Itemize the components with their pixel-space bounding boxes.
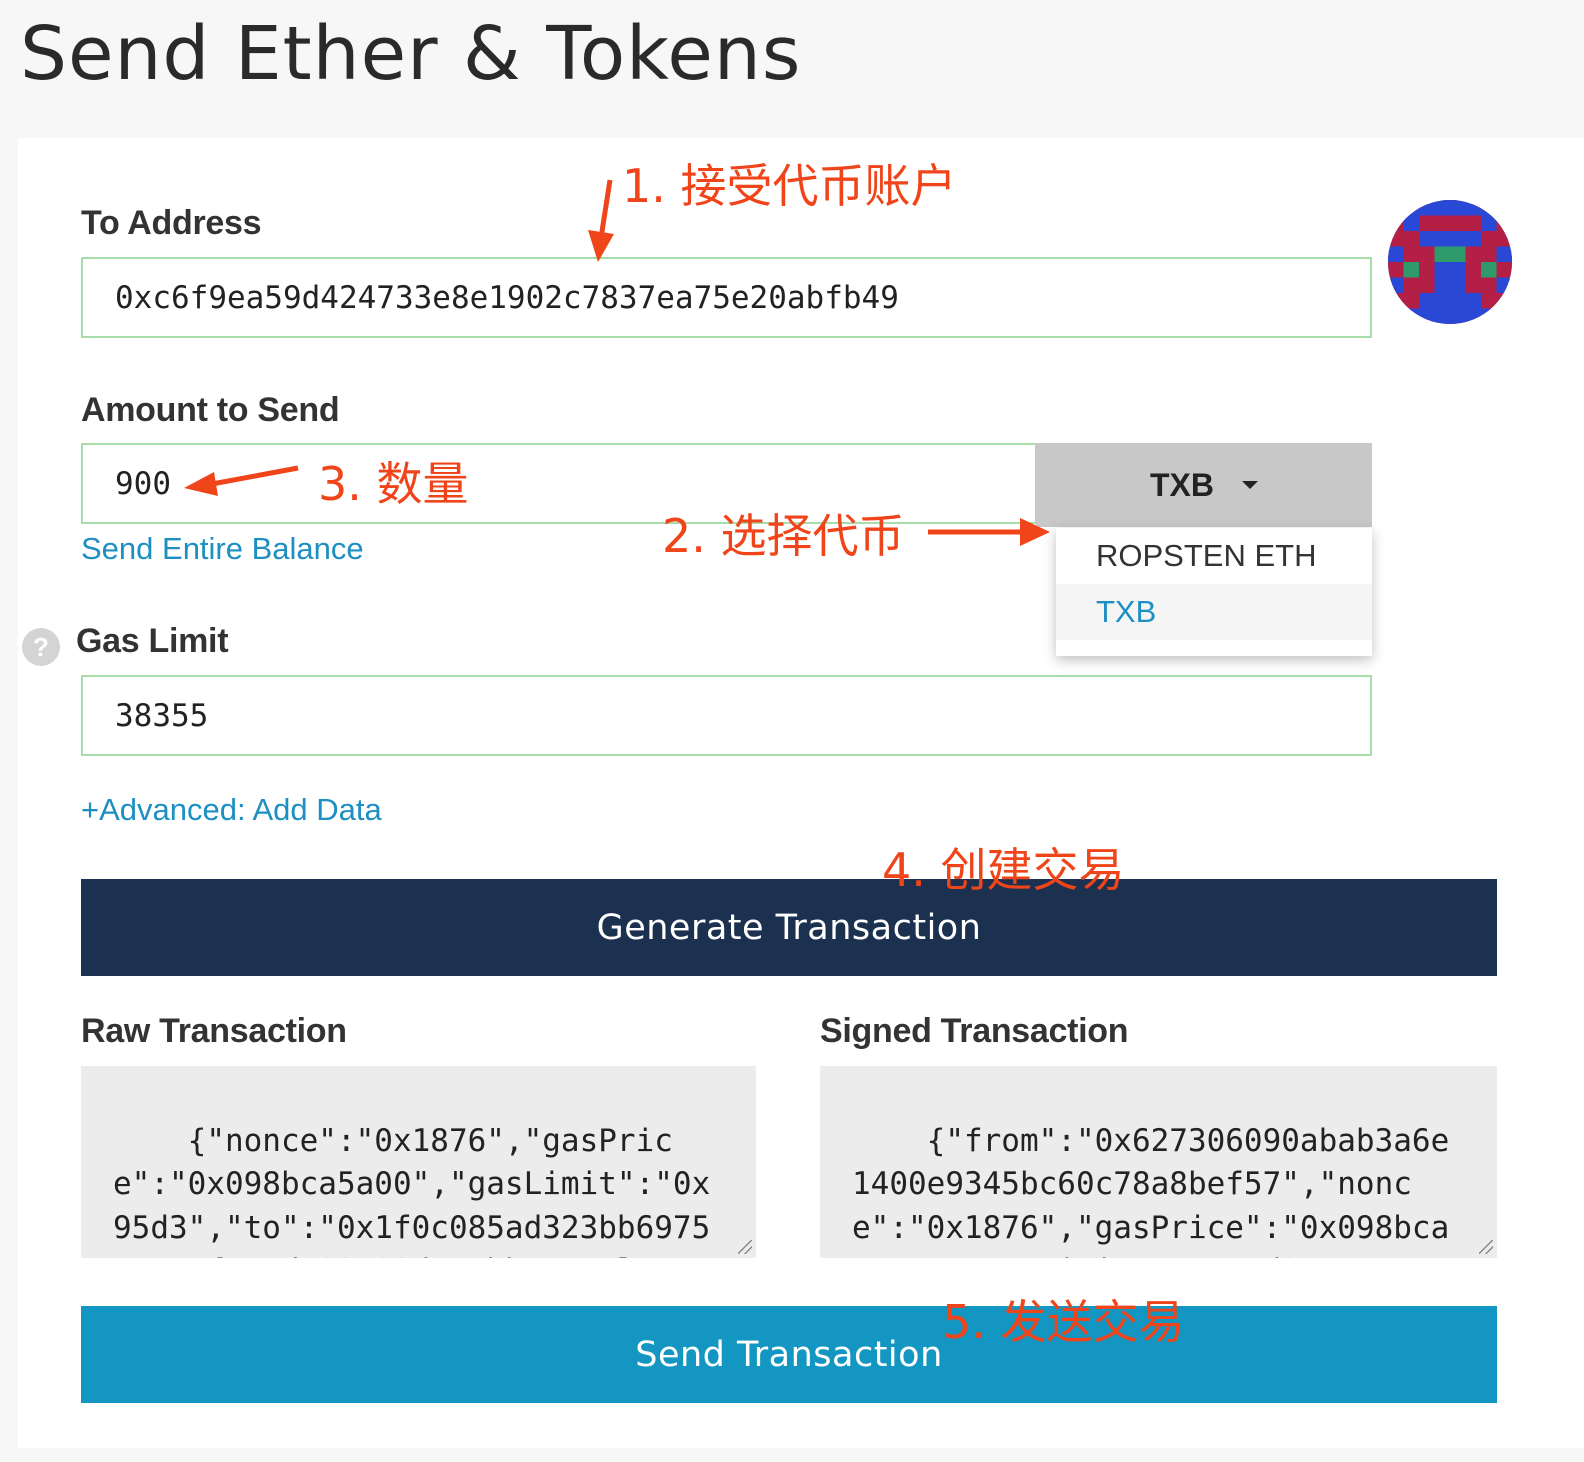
page-title: Send Ether & Tokens xyxy=(20,11,802,97)
signed-transaction-textarea[interactable]: {"from":"0x627306090abab3a6e1400e9345bc6… xyxy=(820,1066,1497,1258)
token-option-txb[interactable]: TXB xyxy=(1056,584,1372,640)
signed-transaction-text: {"from":"0x627306090abab3a6e1400e9345bc6… xyxy=(852,1122,1450,1259)
generate-transaction-button[interactable]: Generate Transaction xyxy=(81,879,1497,976)
address-identicon-avatar xyxy=(1388,200,1512,324)
signed-transaction-label: Signed Transaction xyxy=(820,1012,1129,1050)
send-entire-balance-link[interactable]: Send Entire Balance xyxy=(81,531,364,567)
to-address-label: To Address xyxy=(81,204,262,242)
token-dropdown-menu: ROPSTEN ETH TXB xyxy=(1056,528,1372,656)
amount-label: Amount to Send xyxy=(81,391,340,429)
token-option-ropsten-eth[interactable]: ROPSTEN ETH xyxy=(1056,528,1372,584)
raw-transaction-label: Raw Transaction xyxy=(81,1012,347,1050)
send-transaction-button[interactable]: Send Transaction xyxy=(81,1306,1497,1403)
help-icon[interactable]: ? xyxy=(22,628,60,666)
annotation-step2: 2. 选择代币 xyxy=(662,509,905,563)
token-selector-button[interactable]: TXB xyxy=(1036,443,1372,527)
token-selector-value: TXB xyxy=(1150,466,1214,503)
annotation-step4: 4. 创建交易 xyxy=(882,843,1125,897)
send-form-card: To Address 0xc6f9ea59d424733e8e1902c7837… xyxy=(18,138,1584,1448)
resize-handle-icon[interactable] xyxy=(1479,1240,1493,1254)
raw-transaction-text: {"nonce":"0x1876","gasPrice":"0x098bca5a… xyxy=(113,1122,711,1259)
to-address-input[interactable]: 0xc6f9ea59d424733e8e1902c7837ea75e20abfb… xyxy=(81,257,1372,338)
gas-limit-input[interactable]: 38355 xyxy=(81,675,1372,756)
caret-down-icon xyxy=(1242,481,1258,489)
raw-transaction-textarea[interactable]: {"nonce":"0x1876","gasPrice":"0x098bca5a… xyxy=(81,1066,756,1258)
annotation-step5: 5. 发送交易 xyxy=(942,1295,1185,1349)
annotation-step1: 1. 接受代币账户 xyxy=(622,159,957,213)
advanced-add-data-link[interactable]: +Advanced: Add Data xyxy=(81,792,382,828)
annotation-step3: 3. 数量 xyxy=(318,457,469,511)
gas-limit-label: Gas Limit xyxy=(76,622,229,660)
resize-handle-icon[interactable] xyxy=(738,1240,752,1254)
